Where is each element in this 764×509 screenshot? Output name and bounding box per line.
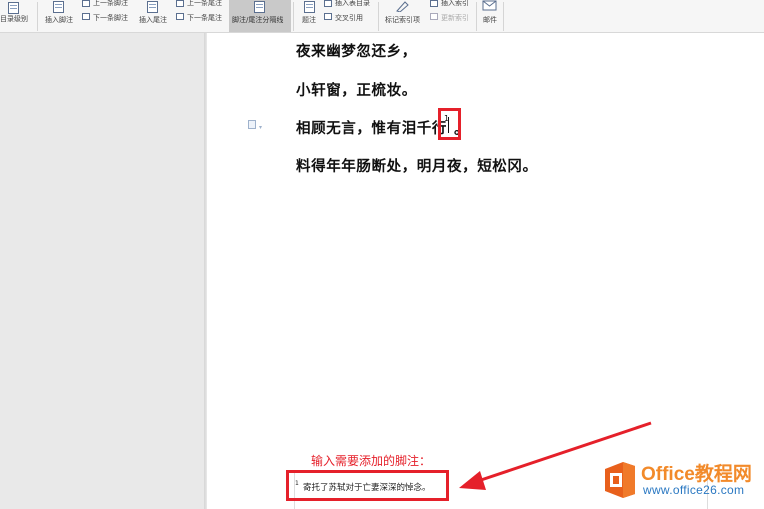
watermark-title: Office教程网 bbox=[641, 464, 752, 485]
office-logo-icon bbox=[605, 462, 635, 498]
watermark-url: www.office26.com bbox=[643, 483, 745, 497]
pointer-arrow bbox=[459, 421, 652, 490]
